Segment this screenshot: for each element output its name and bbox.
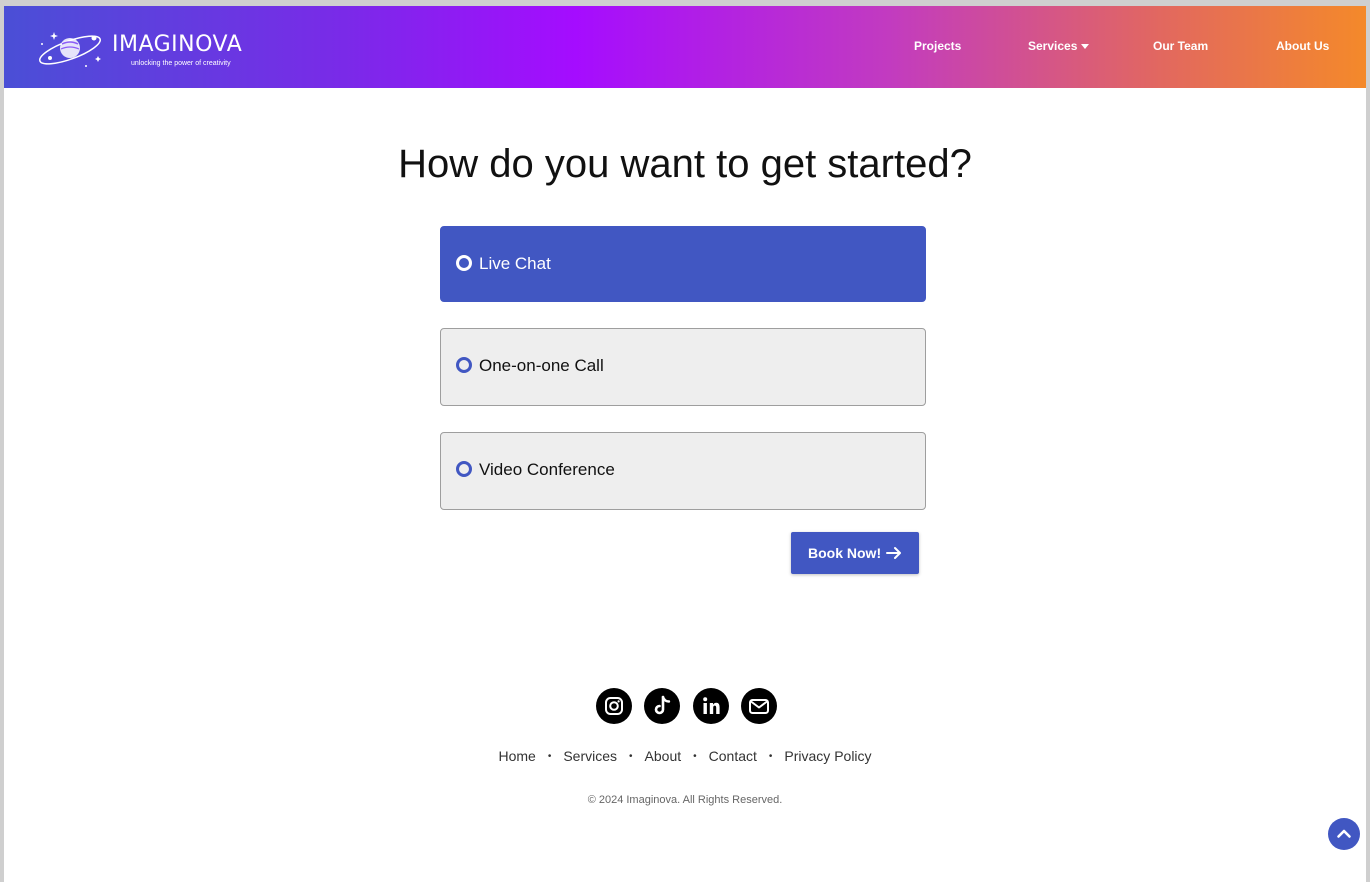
footer-nav: Home • Services • About • Contact • Privacy Poli… bbox=[4, 748, 1366, 764]
footer-link-about[interactable]: About bbox=[645, 748, 682, 764]
mail-icon bbox=[749, 699, 769, 714]
brand-logo[interactable]: IMAGINOVA unlocking the power of creativ… bbox=[36, 26, 276, 74]
scroll-to-top-button[interactable] bbox=[1328, 818, 1360, 850]
separator-dot: • bbox=[547, 751, 552, 762]
copyright-text: © 2024 Imaginova. All Rights Reserved. bbox=[587, 794, 783, 806]
caret-down-icon bbox=[1081, 44, 1090, 50]
radio-icon bbox=[456, 255, 472, 271]
footer-link-services[interactable]: Services bbox=[563, 748, 617, 764]
nav-our-team[interactable]: Our Team bbox=[1153, 39, 1208, 53]
tiktok-link[interactable] bbox=[644, 688, 680, 724]
email-link[interactable] bbox=[741, 688, 777, 724]
book-now-label: Book Now! bbox=[808, 545, 882, 561]
nav-projects[interactable]: Projects bbox=[914, 39, 961, 53]
tiktok-icon bbox=[654, 695, 671, 715]
navbar: IMAGINOVA unlocking the power of creativ… bbox=[4, 6, 1366, 88]
radio-icon bbox=[456, 357, 472, 373]
separator-dot: • bbox=[768, 751, 773, 762]
linkedin-icon bbox=[703, 697, 720, 714]
brand-name: IMAGINOVA bbox=[112, 32, 243, 57]
option-label: Video Conference bbox=[479, 460, 615, 479]
option-live-chat[interactable]: Live Chat bbox=[440, 226, 926, 302]
page-title: How do you want to get started? bbox=[398, 142, 972, 186]
footer-link-home[interactable]: Home bbox=[498, 748, 535, 764]
nav-services[interactable]: Services bbox=[1028, 39, 1090, 53]
instagram-icon bbox=[605, 697, 623, 715]
linkedin-link[interactable] bbox=[693, 688, 729, 724]
option-video-conference[interactable]: Video Conference bbox=[440, 432, 926, 510]
browser-viewport: IMAGINOVA unlocking the power of creativ… bbox=[4, 6, 1366, 882]
option-label: One-on-one Call bbox=[479, 356, 604, 375]
separator-dot: • bbox=[693, 751, 697, 762]
footer-link-privacy-policy[interactable]: Privacy Policy bbox=[784, 748, 871, 764]
option-label: Live Chat bbox=[479, 254, 551, 273]
option-one-on-one-call[interactable]: One-on-one Call bbox=[440, 328, 926, 406]
chevron-up-icon bbox=[1337, 829, 1351, 838]
planet-logo-icon bbox=[39, 32, 101, 67]
nav-services-label: Services bbox=[1028, 39, 1078, 53]
arrow-right-icon bbox=[886, 547, 901, 559]
brand-tagline: unlocking the power of creativity bbox=[131, 60, 231, 67]
separator-dot: • bbox=[629, 751, 633, 762]
book-now-button[interactable]: Book Now! bbox=[791, 532, 919, 574]
instagram-link[interactable] bbox=[596, 688, 632, 724]
nav-about-us[interactable]: About Us bbox=[1276, 39, 1329, 53]
footer-link-contact[interactable]: Contact bbox=[709, 748, 757, 764]
radio-icon bbox=[456, 461, 472, 477]
